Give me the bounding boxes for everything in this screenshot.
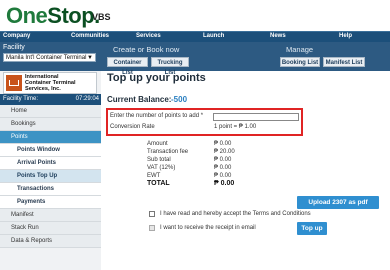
receipt-label: I want to receive the receipt in email (160, 225, 256, 231)
chevron-down-icon: ▼ (87, 55, 93, 61)
sidebar-item-stack-run[interactable]: Stack Run (0, 222, 101, 235)
sidebar-item-payments[interactable]: Payments (0, 196, 101, 209)
sidebar-item-points[interactable]: Points (0, 131, 101, 144)
balance-value: -500 (171, 95, 188, 104)
terms-label: I have read and hereby accept the Terms … (160, 211, 311, 217)
create-section-title: Create or Book now (113, 45, 180, 54)
fee-label-subtotal: Sub total (147, 157, 171, 163)
menu-item-services[interactable]: Services (136, 33, 161, 39)
menu-item-help[interactable]: Help (339, 33, 352, 39)
facility-title: Facility (3, 44, 25, 51)
fee-value-subtotal: ₱ 0.00 (214, 157, 232, 163)
fee-label-transaction: Transaction fee (147, 149, 189, 155)
points-label: Enter the number of points to add * (110, 113, 204, 119)
fee-value-amount: ₱ 0.00 (214, 141, 232, 147)
company-logo: International Container Terminal Service… (3, 72, 97, 94)
fee-value-total: ₱ 0.00 (214, 180, 235, 187)
facility-time-bar: Facility Time: 07:29:04 (0, 94, 101, 105)
menu-item-company[interactable]: Company (3, 33, 30, 39)
sidebar-item-arrival-points[interactable]: Arrival Points (0, 157, 101, 170)
company-name: International Container Terminal Service… (25, 74, 76, 92)
points-input[interactable] (213, 113, 299, 121)
sidebar-item-bookings[interactable]: Bookings (0, 118, 101, 131)
booking-list-button[interactable]: Booking List (280, 57, 320, 67)
manage-section-title: Manage (286, 45, 314, 54)
trucking-list-button[interactable]: Trucking List (151, 57, 189, 76)
sidebar-item-transactions[interactable]: Transactions (0, 183, 101, 196)
top-up-button[interactable]: Top up (297, 222, 327, 235)
brand-label: VBS (92, 12, 111, 22)
receipt-checkbox[interactable] (149, 225, 155, 231)
sidebar-item-points-top-up[interactable]: Points Top Up (0, 170, 101, 183)
menu-item-news[interactable]: News (270, 33, 286, 39)
onestop-logo[interactable]: OneStop. (6, 3, 100, 29)
conversion-value: 1 point = ₱ 1.00 (214, 124, 257, 130)
fee-label-ewt: EWT (147, 173, 161, 179)
sidebar-item-manifest[interactable]: Manifest (0, 209, 101, 222)
terms-checkbox[interactable] (149, 211, 155, 217)
sidebar-item-data-reports[interactable]: Data & Reports (0, 235, 101, 248)
facility-time-value: 07:29:04 (75, 96, 99, 102)
sidebar-item-home[interactable]: Home (0, 105, 101, 118)
manifest-list-button[interactable]: Manifest List (323, 57, 365, 67)
menu-item-launch[interactable]: Launch (203, 33, 224, 39)
fee-value-ewt: ₱ 0.00 (214, 173, 232, 179)
upload-2307-button[interactable]: Upload 2307 as pdf (297, 196, 379, 209)
fee-value-vat: ₱ 0.00 (214, 165, 232, 171)
menu-item-communities[interactable]: Communities (71, 33, 109, 39)
sidebar-item-points-window[interactable]: Points Window (0, 144, 101, 157)
facility-time-label: Facility Time: (3, 96, 39, 102)
fee-value-transaction: ₱ 20.00 (214, 149, 235, 155)
page-title: Top up your points (107, 72, 206, 84)
facility-select[interactable]: Manila Int'l Container Terminal ▼ (3, 53, 96, 62)
ictsi-logo-icon (6, 75, 22, 91)
fee-label-total: TOTAL (147, 180, 170, 187)
conversion-label: Conversion Rate (110, 124, 155, 130)
balance-label: Current Balance: (107, 95, 172, 104)
fee-label-vat: VAT (12%) (147, 165, 176, 171)
fee-label-amount: Amount (147, 141, 168, 147)
container-list-button[interactable]: Container List (107, 57, 148, 76)
